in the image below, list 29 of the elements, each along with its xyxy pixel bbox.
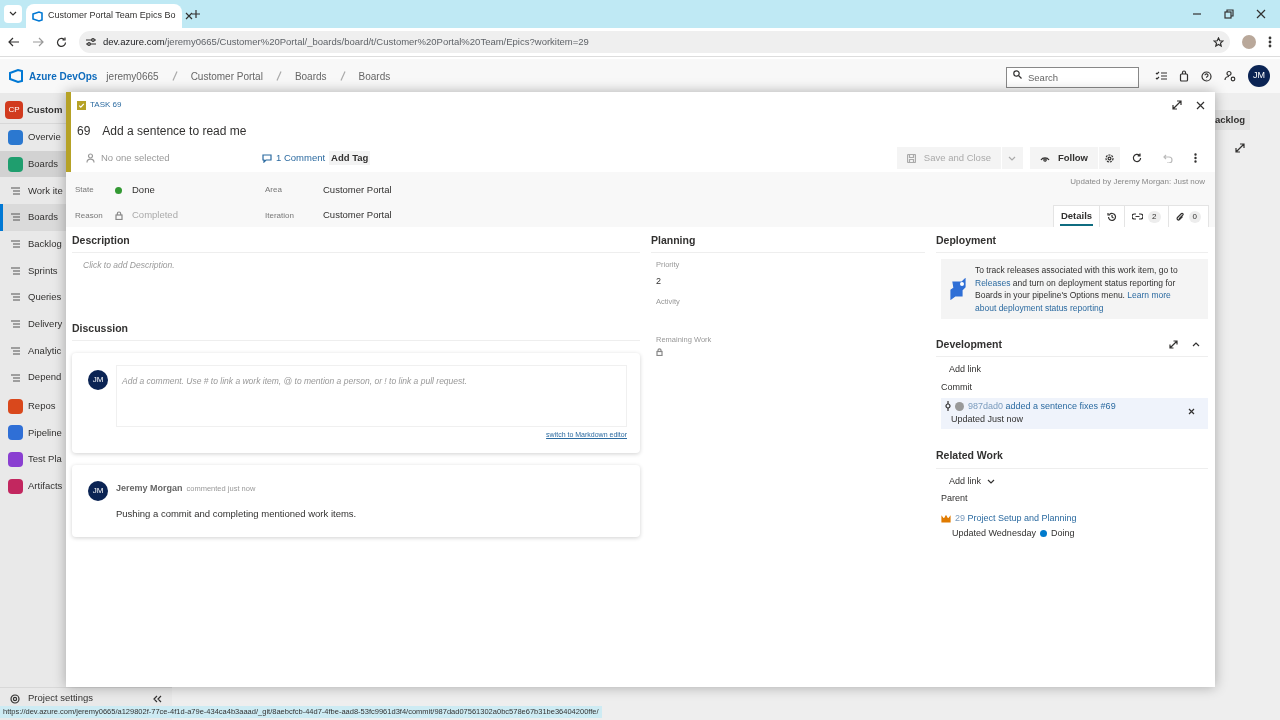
deployment-info-text: and turn on deployment status reporting for [1012,277,1176,288]
link-group-label: Commit [941,381,973,394]
work-item-type: TASK 69 [90,99,122,111]
user-avatar: JM [88,480,108,501]
user-avatar: JM [88,370,108,390]
section-heading: Deployment [936,232,997,248]
comment-author: Jeremy Morgan [116,481,183,495]
deployment-info-text: To track releases associated with this work item, go to [975,265,1178,275]
field-value: Completed [132,208,178,223]
work-item-id: 69 [77,123,91,140]
field-label: Iteration [265,209,295,222]
section-heading: Related Work [936,448,1003,464]
field-label: Reason [75,209,104,222]
parent-updated-text: Updated Wednesday [952,526,1036,540]
section-heading: Description [72,232,130,248]
comment-text: Pushing a commit and completing mentioned work items. [116,506,357,521]
section-heading: Development [936,336,1002,352]
section-heading: Planning [651,232,696,248]
updated-by-text: Updated by Jeremy Morgan: Just now [1070,176,1206,188]
field-label: State [75,184,95,196]
deployment-info-text: Boards in your pipeline's Options menu. [975,290,1125,300]
url-text: dev.azure.com/jeremy0665/Customer%20Portal/_boards/board/t/Customer%20Portal%20Team/Epics?workitem=29 [103,34,589,49]
section-heading: Discussion [72,320,129,336]
project-badge: CP [5,101,23,119]
commit-updated-text: Updated Just now [950,413,1025,426]
field-label: Area [265,184,283,196]
link-group-label: Parent [941,491,969,505]
state-label: Doing [1050,526,1075,540]
tab-title: Customer Portal Team Epics Bo [48,9,176,23]
